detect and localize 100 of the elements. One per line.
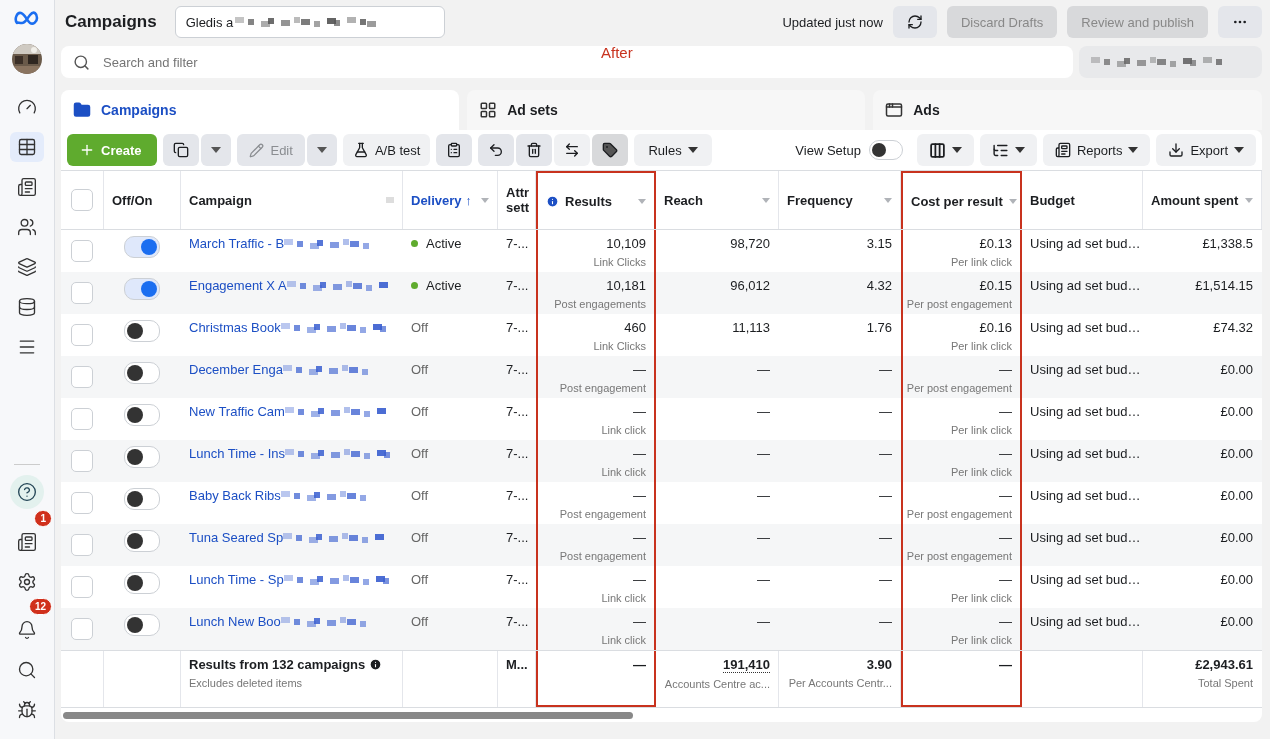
- table-cell: —: [633, 446, 646, 461]
- result-type: Link click: [601, 466, 646, 478]
- table-cell: 7-...: [506, 278, 529, 293]
- on-off-toggle[interactable]: [124, 530, 160, 552]
- duplicate-button[interactable]: [163, 134, 200, 166]
- table-cell: £1,514.15: [1195, 278, 1253, 293]
- tab[interactable]: Campaigns: [61, 90, 460, 130]
- reports-button[interactable]: Reports: [1042, 134, 1151, 166]
- annotation-label: After: [601, 44, 633, 61]
- campaign-link[interactable]: Lunch Time - Sp: [189, 572, 400, 587]
- summary-note: Per Accounts Centr...: [788, 677, 892, 689]
- table-cell: Using ad set bud…: [1030, 236, 1141, 251]
- delivery-status: Off: [411, 614, 429, 629]
- on-off-toggle[interactable]: [124, 614, 160, 636]
- refresh-button[interactable]: [892, 6, 937, 38]
- help-button[interactable]: [10, 475, 44, 509]
- row-checkbox[interactable]: [71, 618, 93, 640]
- table-cell: —: [999, 362, 1012, 377]
- on-off-toggle[interactable]: [124, 488, 160, 510]
- result-type: Link click: [601, 592, 646, 604]
- table-cell: —: [757, 488, 770, 503]
- column-header[interactable]: Delivery ↑: [411, 192, 472, 208]
- clipboard-button[interactable]: [436, 134, 473, 166]
- notification-badge: 12: [28, 598, 52, 615]
- row-checkbox[interactable]: [71, 282, 93, 304]
- table-cell: 1.76: [866, 320, 892, 335]
- view-setup-toggle[interactable]: [868, 140, 903, 160]
- drag-handle-icon: [386, 197, 394, 203]
- cost-type: Per post engagement: [906, 508, 1012, 520]
- table-cell: Using ad set bud…: [1030, 530, 1141, 545]
- campaign-link[interactable]: December Enga: [189, 362, 377, 377]
- row-checkbox[interactable]: [71, 366, 93, 388]
- campaign-link[interactable]: Lunch Time - Ins: [189, 446, 402, 461]
- column-header[interactable]: Frequency: [787, 192, 853, 208]
- table-cell: 98,720: [730, 236, 770, 251]
- delivery-status: Off: [411, 362, 429, 377]
- account-selector[interactable]: Gledis a: [174, 6, 445, 38]
- campaign-link[interactable]: Lunch New Boo: [189, 614, 375, 629]
- column-header[interactable]: Attr sett: [506, 185, 530, 215]
- stack-icon: [17, 297, 37, 317]
- clipboard-icon: [446, 142, 463, 158]
- on-off-toggle[interactable]: [124, 572, 160, 594]
- row-checkbox[interactable]: [71, 492, 93, 514]
- cost-type: Per post engagement: [906, 298, 1012, 310]
- table-cell: 7-...: [506, 488, 529, 503]
- table-cell: —: [757, 446, 770, 461]
- row-checkbox[interactable]: [71, 324, 93, 346]
- horizontal-scrollbar[interactable]: [63, 711, 633, 719]
- column-header[interactable]: Results: [565, 193, 612, 209]
- breakdown-button[interactable]: [979, 134, 1037, 166]
- on-off-toggle[interactable]: [124, 362, 160, 384]
- delivery-status: Off: [411, 572, 429, 587]
- row-checkbox[interactable]: [71, 408, 93, 430]
- delivery-status: Off: [411, 446, 429, 461]
- sidebar-item[interactable]: [10, 132, 44, 162]
- tab[interactable]: Ad sets: [467, 90, 866, 130]
- on-off-toggle[interactable]: [124, 446, 160, 468]
- column-header[interactable]: Amount spent: [1151, 192, 1239, 208]
- table-cell: —: [633, 657, 646, 672]
- delete-button[interactable]: [516, 134, 553, 166]
- result-type: Link click: [601, 634, 646, 646]
- column-header[interactable]: Off/On: [112, 192, 153, 208]
- campaign-link[interactable]: Tuna Seared Sp: [189, 530, 389, 545]
- refresh-icon: [906, 14, 923, 30]
- cost-type: Per link click: [950, 466, 1012, 478]
- campaign-link[interactable]: Engagement X A: [189, 278, 392, 293]
- row-checkbox[interactable]: [71, 450, 93, 472]
- export-button[interactable]: Export: [1156, 134, 1256, 166]
- info-icon: [369, 658, 383, 671]
- tag-button[interactable]: [592, 134, 629, 166]
- on-off-toggle[interactable]: [124, 236, 160, 258]
- on-off-toggle[interactable]: [124, 404, 160, 426]
- column-header[interactable]: Budget: [1030, 192, 1075, 208]
- table-cell: —: [999, 657, 1012, 672]
- row-checkbox[interactable]: [71, 576, 93, 598]
- undo-button[interactable]: [478, 134, 515, 166]
- rules-button[interactable]: Rules: [634, 134, 712, 166]
- swap-button[interactable]: [554, 134, 591, 166]
- duplicate-icon: [173, 142, 190, 158]
- campaign-link[interactable]: Baby Back Ribs: [189, 488, 375, 503]
- dropdown-button[interactable]: [306, 134, 337, 166]
- row-checkbox[interactable]: [71, 240, 93, 262]
- campaign-link[interactable]: New Traffic Cam: [189, 404, 390, 419]
- tab[interactable]: Ads: [873, 90, 1262, 130]
- result-type: Post engagement: [559, 550, 646, 562]
- on-off-toggle[interactable]: [124, 320, 160, 342]
- campaign-link[interactable]: Christmas Book: [189, 320, 397, 335]
- ab-test-button[interactable]: A/B test: [342, 134, 431, 166]
- on-off-toggle[interactable]: [124, 278, 160, 300]
- columns-icon: [928, 141, 946, 159]
- table-cell: —: [633, 362, 646, 377]
- columns-button[interactable]: [916, 134, 974, 166]
- column-header[interactable]: Reach: [664, 192, 704, 208]
- column-header[interactable]: Campaign: [189, 192, 252, 208]
- dropdown-button[interactable]: [201, 134, 232, 166]
- select-all-checkbox[interactable]: [71, 189, 93, 211]
- campaign-link[interactable]: March Traffic - B: [189, 236, 379, 251]
- table-cell: Using ad set bud…: [1030, 614, 1141, 629]
- date-range-field[interactable]: [1079, 46, 1262, 78]
- row-checkbox[interactable]: [71, 534, 93, 556]
